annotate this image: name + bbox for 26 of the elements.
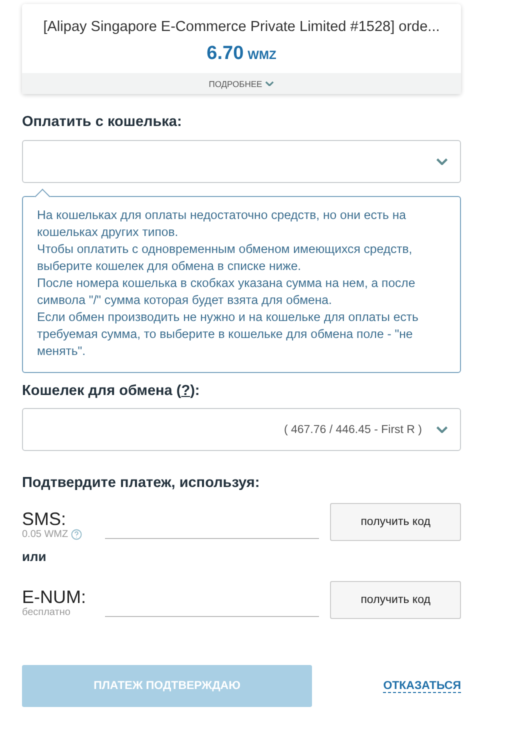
method-cost: бесплатно [22, 607, 70, 618]
or-separator: или [22, 549, 48, 564]
get-code-button[interactable]: получить код [330, 581, 461, 619]
cancel-link[interactable]: ОТКАЗАТЬСЯ [383, 680, 461, 692]
get-code-button[interactable]: получить код [330, 503, 461, 541]
order-amount: 6.70 [206, 43, 244, 65]
exchange-wallet-label: Кошелек для обмена (?): [22, 383, 201, 399]
confirm-heading: Подтвердите платеж, используя: [22, 475, 261, 491]
method-name: E-NUM: [22, 587, 87, 607]
hint-text: Чтобы оплатить с одновременным обменом имеющихся средств, выберите кошелек для обмена в списке ниже. [37, 241, 414, 275]
help-icon[interactable] [71, 529, 82, 540]
pay-from-label: Оплатить с кошелька: [22, 114, 183, 130]
order-currency: WMZ [248, 48, 276, 62]
details-button[interactable]: ПОДРОБНЕЕ [22, 73, 461, 94]
chevron-down-icon [265, 80, 274, 86]
hint-text: После номера кошелька в скобках указана сумма на нем, а после символа "/" сумма которая будет взята для обмена. [37, 275, 416, 309]
exchange-wallet-select[interactable]: ( 467.76 / 446.45 - First R ) [22, 408, 461, 451]
chevron-down-icon [436, 426, 448, 434]
help-link[interactable]: ? [181, 383, 190, 399]
method-cost: 0.05 WMZ [22, 529, 68, 540]
order-title: [Alipay Singapore E-Commerce Private Limited #1528] orde... [43, 19, 440, 35]
chevron-down-icon [436, 158, 448, 166]
hint-text: Если обмен производить не нужно и на кошельке для оплаты есть требуемая сумма, то выберите в кошельке для обмена поле - "не менять". [37, 309, 420, 360]
hint-text: На кошельках для оплаты недостаточно средств, но они есть на кошельках других типов. [37, 207, 407, 241]
method-name: SMS: [22, 509, 68, 529]
wallet-select[interactable] [22, 140, 461, 183]
